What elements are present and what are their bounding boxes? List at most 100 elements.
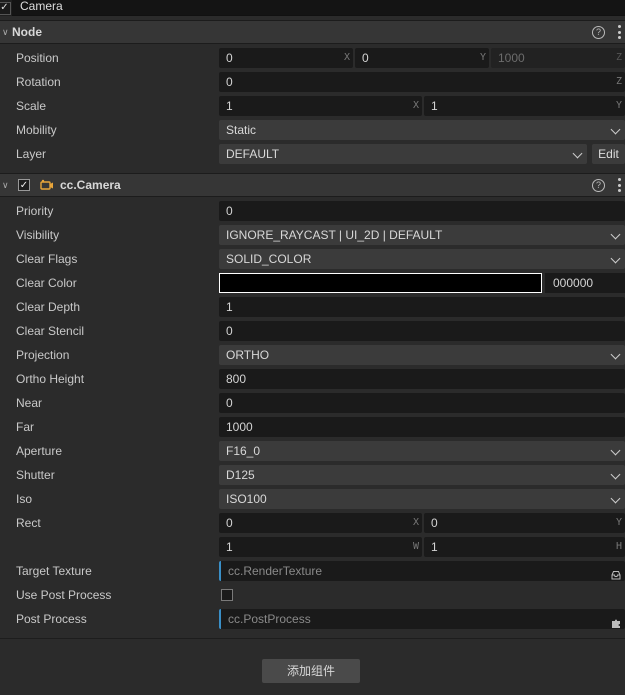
chevron-down-icon [610,124,621,135]
chevron-down-icon[interactable]: ∨ [2,180,12,191]
iso-label: Iso [16,492,33,506]
mobility-row: Mobility Static [0,118,625,142]
near-input[interactable]: 0 [219,393,625,413]
axis-z-label: Z [615,76,622,87]
ortho-height-input[interactable]: 800 [219,369,625,389]
rect-size-row: 1W 1H [0,535,625,559]
mobility-select[interactable]: Static [219,120,625,140]
projection-row: Projection ORTHO [0,343,625,367]
layer-select[interactable]: DEFAULT [219,144,587,164]
target-texture-row: Target Texture cc.RenderTexture [0,559,625,583]
chevron-down-icon [610,445,621,456]
projection-select[interactable]: ORTHO [219,345,625,365]
clear-stencil-input[interactable]: 0 [219,321,625,341]
clear-color-hex-input[interactable]: 000000 [545,273,625,293]
rect-h-input[interactable]: 1H [424,537,625,557]
scale-x-input[interactable]: 1X [219,96,422,116]
clear-depth-row: Clear Depth 1 [0,295,625,319]
axis-h-label: H [615,541,622,552]
layer-row: Layer DEFAULT Edit [0,142,625,166]
help-icon[interactable]: ? [592,26,605,39]
ortho-height-label: Ortho Height [16,372,85,386]
axis-z-label: Z [615,52,622,63]
node-section-title: Node [12,25,42,39]
puzzle-icon[interactable] [611,614,621,628]
post-process-row: Post Process cc.PostProcess [0,607,625,631]
clear-color-row: Clear Color 000000 [0,271,625,295]
position-y-input[interactable]: 0Y [355,48,489,68]
clear-color-swatch[interactable] [219,273,542,293]
mobility-label: Mobility [16,123,57,137]
near-label: Near [16,396,43,410]
camera-section-title: cc.Camera [60,178,121,192]
camera-section-header[interactable]: ∨ ✓ cc.Camera ? [0,173,625,197]
chevron-down-icon [610,349,621,360]
scale-row: Scale 1X 1Y [0,94,625,118]
camera-icon [40,179,54,191]
rect-row: Rect 0X 0Y [0,511,625,535]
target-texture-asset-field[interactable]: cc.RenderTexture [219,561,625,581]
scale-y-input[interactable]: 1Y [424,96,625,116]
clear-flags-row: Clear Flags SOLID_COLOR [0,247,625,271]
clear-color-label: Clear Color [16,276,77,290]
more-icon[interactable] [617,178,621,192]
axis-w-label: W [412,541,419,552]
axis-y-label: Y [615,517,622,528]
use-post-process-row: Use Post Process [0,583,625,607]
post-process-label: Post Process [16,612,87,626]
position-label: Position [16,51,59,65]
rect-y-input[interactable]: 0Y [424,513,625,533]
node-section-header[interactable]: ∨ Node ? [0,20,625,44]
node-active-checkbox[interactable]: ✓ [0,1,11,15]
component-enabled-checkbox[interactable]: ✓ [18,179,30,191]
use-post-process-label: Use Post Process [16,588,112,602]
rect-w-input[interactable]: 1W [219,537,422,557]
layer-label: Layer [16,147,47,161]
axis-x-label: X [412,517,419,528]
post-process-asset-field[interactable]: cc.PostProcess [219,609,625,629]
more-icon[interactable] [617,25,621,39]
rotation-row: Rotation 0Z [0,70,625,94]
axis-y-label: Y [615,100,622,111]
chevron-down-icon[interactable]: ∨ [2,27,12,38]
check-icon: ✓ [0,2,9,13]
shutter-row: Shutter D125 [0,463,625,487]
far-input[interactable]: 1000 [219,417,625,437]
rect-x-input[interactable]: 0X [219,513,422,533]
add-component-button[interactable]: 添加组件 [262,659,360,683]
chevron-down-icon [610,229,621,240]
iso-row: Iso ISO100 [0,487,625,511]
clear-stencil-label: Clear Stencil [16,324,85,338]
shutter-select[interactable]: D125 [219,465,625,485]
visibility-select[interactable]: IGNORE_RAYCAST | UI_2D | DEFAULT [219,225,625,245]
check-icon: ✓ [19,179,29,191]
position-z-input[interactable]: 1000 Z [491,48,625,68]
aperture-row: Aperture F16_0 [0,439,625,463]
projection-label: Projection [16,348,70,362]
clear-stencil-row: Clear Stencil 0 [0,319,625,343]
position-x-input[interactable]: 0X [219,48,353,68]
axis-x-label: X [412,100,419,111]
node-name-bar: ✓ Camera [0,0,625,16]
node-name-input[interactable]: Camera [12,0,625,16]
chevron-down-icon [610,469,621,480]
far-label: Far [16,420,34,434]
help-icon[interactable]: ? [592,179,605,192]
near-row: Near 0 [0,391,625,415]
clear-depth-label: Clear Depth [16,300,81,314]
chevron-down-icon [572,148,583,159]
section-divider [0,638,625,639]
clear-flags-label: Clear Flags [16,252,78,266]
ortho-height-row: Ortho Height 800 [0,367,625,391]
aperture-select[interactable]: F16_0 [219,441,625,461]
rotation-input[interactable]: 0Z [219,72,625,92]
priority-input[interactable]: 0 [219,201,625,221]
inbox-icon[interactable] [611,566,621,580]
iso-select[interactable]: ISO100 [219,489,625,509]
use-post-process-checkbox[interactable] [221,589,233,601]
shutter-label: Shutter [16,468,55,482]
layer-edit-button[interactable]: Edit [592,144,625,164]
clear-flags-select[interactable]: SOLID_COLOR [219,249,625,269]
priority-row: Priority 0 [0,199,625,223]
clear-depth-input[interactable]: 1 [219,297,625,317]
